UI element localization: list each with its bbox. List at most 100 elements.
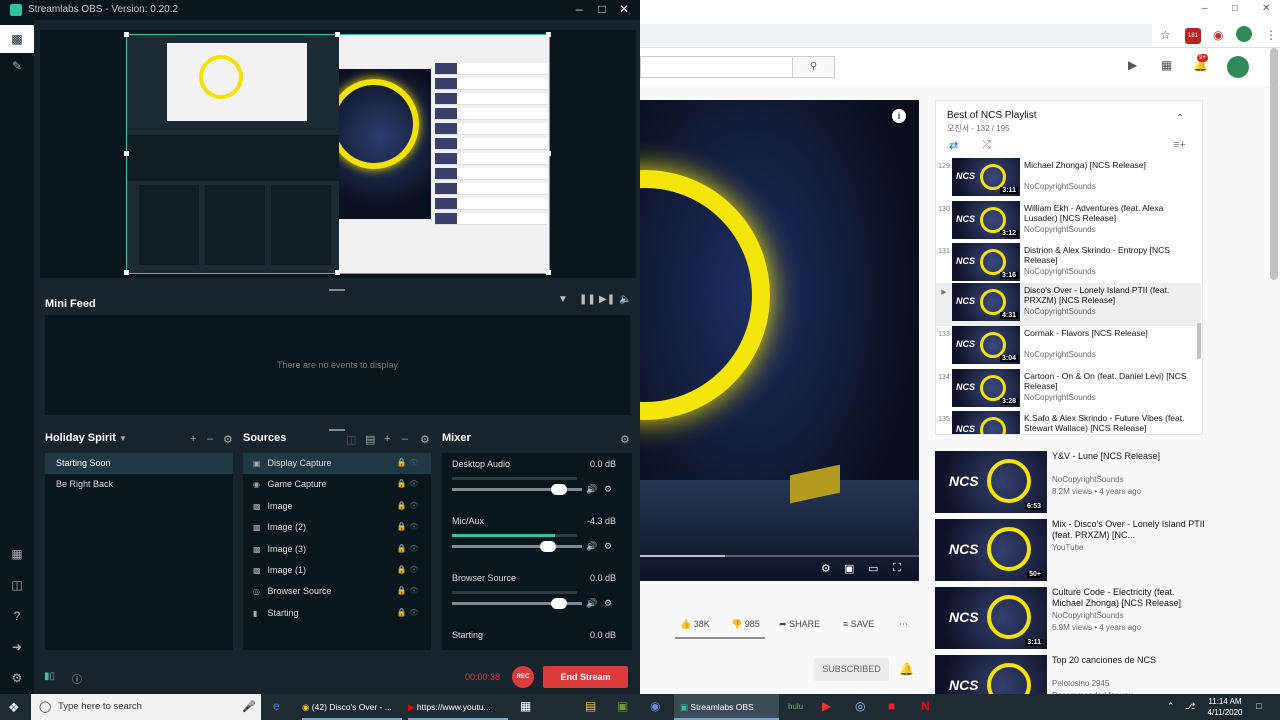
roblox-icon[interactable]: ■ (888, 699, 895, 713)
taskbar-app-youtube[interactable]: ▶ https://www.youtu... (408, 694, 508, 720)
theater-mode-icon[interactable]: ▭ (868, 562, 878, 575)
loop-icon[interactable]: ⇄ (949, 139, 958, 152)
editor-icon[interactable]: ▩ (0, 25, 34, 53)
resize-handle[interactable] (124, 270, 129, 275)
recommended-channel[interactable]: Pelotosino 2945 (1052, 679, 1109, 688)
source-item[interactable]: ◉ Game Capture 🔒 👁 (243, 474, 431, 495)
playlist-item[interactable]: 131 NCS 3:16 Distrion & Alex Skrindo - Entr… (936, 243, 1201, 286)
lock-visibility-icon[interactable]: 🔒 👁 (397, 501, 419, 510)
drag-handle[interactable] (329, 429, 345, 431)
recommended-channel[interactable]: NoCopyrightSounds (1052, 611, 1124, 620)
media-player-icon[interactable]: ▶ (822, 699, 831, 713)
source-item[interactable]: ▩ Image (3) 🔒 👁 (243, 539, 431, 560)
playlist-item-title[interactable]: Distrion & Alex Skrindo - Entropy [NCS R… (1024, 245, 1196, 265)
collapse-icon[interactable]: ⌃ (1176, 113, 1184, 124)
file-explorer-icon[interactable]: ▤ (585, 699, 596, 713)
mixer-settings-icon[interactable]: ⚙ (620, 433, 630, 446)
scene-item[interactable]: Starting Soon (45, 453, 233, 474)
volume-icon[interactable]: 🔈 (619, 294, 631, 305)
source-item[interactable]: ▩ Image (1) 🔒 👁 (243, 560, 431, 581)
resize-handle[interactable] (546, 151, 551, 156)
playlist-item-title[interactable]: Michael Zhonga) [NCS Release] (1024, 160, 1196, 170)
playlist-item-title[interactable]: Cormak - Flavors [NCS Release] (1024, 328, 1196, 338)
playlist-item[interactable]: 135NCS3:18K.Safo & Alex Skrindo - Future… (936, 411, 1201, 434)
filter-icon[interactable]: ▼ (558, 294, 568, 305)
hulu-icon[interactable]: hulu (788, 702, 803, 711)
minimize-icon[interactable]: – (568, 2, 590, 16)
playlist-item-channel[interactable]: NoCopyrightSounds (1024, 267, 1096, 276)
folder-icon[interactable]: ▤ (365, 433, 375, 446)
video-thumbnail[interactable]: NCS 3:16 (952, 243, 1020, 281)
video-player[interactable]: i ⚙ ▣ ▭ ⛶ (640, 100, 919, 581)
volume-knob[interactable] (540, 541, 557, 552)
recommended-title[interactable]: Top 20 canciones de NCS (1052, 655, 1205, 666)
steam-icon[interactable]: ◎ (855, 699, 865, 713)
video-thumbnail[interactable]: NCS 3:12 (952, 201, 1020, 239)
lock-visibility-icon[interactable]: 🔒 👁 (397, 608, 419, 617)
extension-icon[interactable]: 181 (1185, 28, 1201, 44)
page-scrollbar[interactable] (1270, 48, 1278, 280)
layout-icon[interactable]: ▦ (7, 544, 27, 564)
recommended-channel[interactable]: YouTube (1052, 543, 1083, 552)
playlist-item-channel[interactable]: NoCopyrightSounds (1024, 393, 1096, 402)
volume-knob[interactable] (550, 484, 567, 495)
volume-slider[interactable] (452, 484, 582, 495)
save-button[interactable]: ≡ SAVE (843, 619, 874, 629)
scene-preview[interactable] (40, 30, 636, 278)
lock-visibility-icon[interactable]: 🔒 👁 (397, 479, 419, 488)
maximize-icon[interactable]: □ (591, 2, 613, 16)
recommended-video[interactable]: NCS 6:53 Y&V - Lune [NCS Release] NoCopyrig… (935, 451, 1205, 513)
playlist-item-title[interactable]: Cartoon - On & On (feat. Daniel Levi) [N… (1024, 371, 1196, 391)
settings-icon[interactable]: ⚙ (821, 562, 831, 575)
video-progress[interactable] (640, 555, 919, 557)
drag-handle[interactable] (329, 289, 345, 291)
end-stream-button[interactable]: End Stream (543, 666, 628, 688)
remove-scene-icon[interactable]: – (207, 433, 213, 445)
gear-icon[interactable]: ⚙ (604, 484, 612, 495)
resize-handle[interactable] (124, 151, 129, 156)
studio-mode-icon[interactable]: ◫ (7, 575, 27, 595)
more-icon[interactable]: ⋯ (899, 619, 908, 630)
address-bar[interactable] (640, 24, 1152, 46)
fullscreen-icon[interactable]: ⛶ (893, 562, 901, 575)
maximize-icon[interactable]: □ (1232, 3, 1238, 14)
remove-source-icon[interactable]: – (402, 433, 408, 445)
extension-icon[interactable]: ◉ (1213, 28, 1223, 42)
playlist-item-channel[interactable]: NoCopyrightSounds (1024, 182, 1096, 191)
avatar[interactable] (1227, 56, 1249, 78)
playlist-item[interactable]: 130 NCS 3:12 William Ekh - Adventures (feat… (936, 201, 1201, 244)
gear-icon[interactable]: ⚙ (604, 598, 612, 609)
close-icon[interactable]: ✕ (1262, 3, 1270, 14)
playlist-item-channel[interactable]: NoCopyrightSounds (1024, 350, 1096, 359)
speaker-icon[interactable]: 🔊 (586, 484, 597, 495)
star-icon[interactable]: ☆ (1160, 28, 1171, 42)
video-thumbnail[interactable]: NCS 3:04 (952, 326, 1020, 364)
search-button[interactable]: ⚲ (792, 56, 835, 78)
clock[interactable]: 11:14 AM 4/11/2020 (1200, 696, 1250, 718)
lock-visibility-icon[interactable]: 🔒 👁 (397, 458, 419, 467)
settings-icon[interactable]: ⚙ (7, 668, 27, 688)
source-item[interactable]: ▣ Display Capture 🔒 👁 (243, 453, 431, 475)
source-item[interactable]: ◎ Browser Source 🔒 👁 (243, 581, 431, 602)
apps-icon[interactable]: ▦ (1161, 58, 1172, 72)
video-thumbnail[interactable]: NCS 3:28 (952, 369, 1020, 407)
share-button[interactable]: ➦ SHARE (779, 619, 820, 630)
source-settings-icon[interactable]: ⚙ (420, 433, 430, 446)
display-capture-preview[interactable] (126, 34, 550, 274)
themes-icon[interactable]: ✎ (7, 56, 27, 76)
recommended-video[interactable]: NCS 50+ Mix - Disco's Over - Lonely Island… (935, 519, 1205, 581)
profile-avatar[interactable] (1236, 26, 1252, 42)
recommended-video[interactable]: NCS 3:11 Culture Code - Electricity (feat.… (935, 587, 1205, 649)
video-thumbnail[interactable]: NCS 4:31 (952, 283, 1020, 321)
rec-button[interactable]: REC (512, 666, 534, 688)
speaker-icon[interactable]: 🔊 (586, 541, 597, 552)
scene-settings-icon[interactable]: ⚙ (223, 433, 233, 446)
lock-visibility-icon[interactable]: 🔒 👁 (397, 565, 419, 574)
video-thumbnail[interactable]: NCS 50+ (935, 519, 1047, 581)
volume-slider[interactable] (452, 541, 582, 552)
windows-start-icon[interactable]: ❖ (8, 700, 20, 716)
pause-icon[interactable]: ❚❚ (579, 294, 596, 305)
playlist-item[interactable]: 129 NCS 3:11 Michael Zhonga) [NCS Release] N… (936, 158, 1201, 201)
source-item[interactable]: ▩ Image (2) 🔒 👁 (243, 517, 431, 538)
recommended-title[interactable]: Y&V - Lune [NCS Release] (1052, 451, 1205, 462)
